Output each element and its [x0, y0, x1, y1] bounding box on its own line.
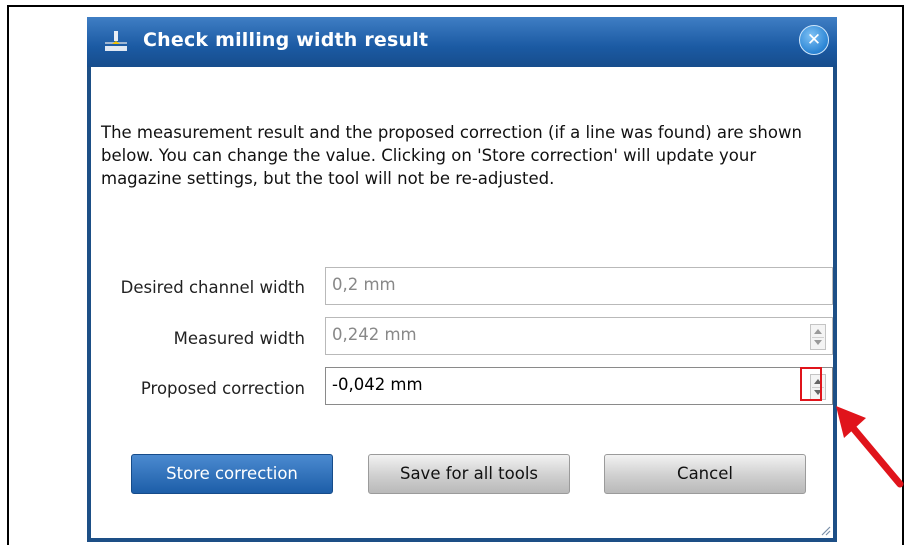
desired-channel-width-label: Desired channel width [120, 278, 305, 297]
store-correction-button[interactable]: Store correction [131, 454, 333, 494]
cancel-button[interactable]: Cancel [604, 454, 806, 494]
measured-width-value: 0,242 mm [332, 325, 417, 344]
close-icon: ✕ [806, 30, 822, 50]
desired-channel-width-field[interactable]: 0,2 mm [325, 267, 833, 305]
measured-width-field[interactable]: 0,242 mm [325, 317, 833, 355]
spinner-highlight-box [800, 367, 822, 401]
measured-width-label: Measured width [173, 329, 305, 348]
proposed-correction-label: Proposed correction [140, 379, 305, 398]
desired-channel-width-value: 0,2 mm [332, 275, 396, 294]
proposed-correction-field[interactable]: -0,042 mm [325, 367, 833, 405]
milling-tool-icon [105, 31, 127, 51]
measured-width-spinner-icon[interactable] [810, 324, 826, 350]
proposed-correction-value: -0,042 mm [332, 375, 423, 394]
close-button[interactable]: ✕ [799, 25, 829, 55]
red-arrow-icon [836, 406, 904, 488]
dialog-description: The measurement result and the proposed … [101, 123, 802, 188]
dialog-title-bar[interactable]: Check milling width result ✕ [87, 17, 837, 67]
check-milling-width-dialog: Check milling width result ✕ The measure… [87, 17, 837, 542]
dialog-title: Check milling width result [143, 29, 429, 51]
resize-grip-icon[interactable] [819, 524, 831, 536]
save-for-all-tools-button[interactable]: Save for all tools [368, 454, 570, 494]
